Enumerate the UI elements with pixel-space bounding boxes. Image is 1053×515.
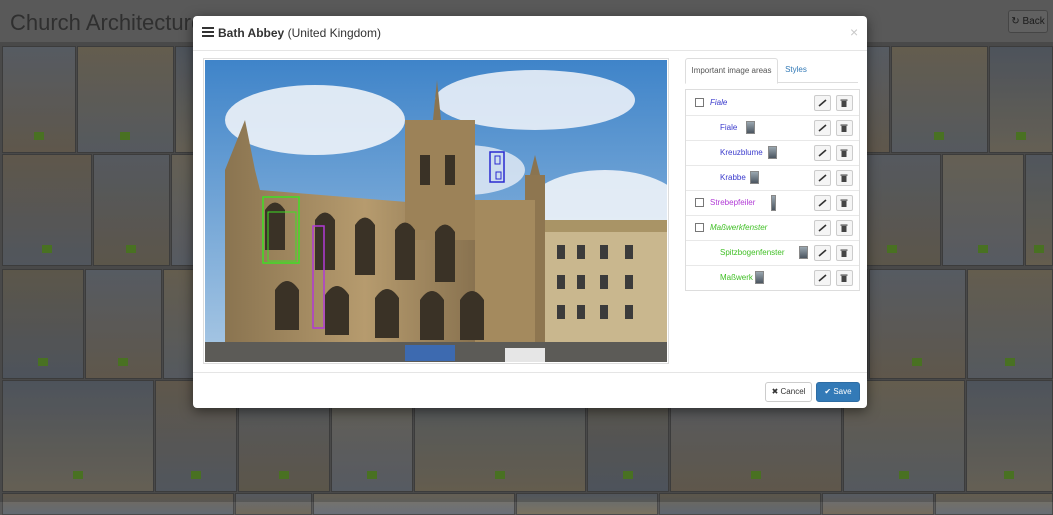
area-tabs: Important image areas Styles: [685, 58, 858, 84]
area-row[interactable]: Maßwerkfenster: [686, 215, 859, 241]
area-label: Maßwerkfenster: [710, 223, 768, 232]
area-row[interactable]: Kreuzblume: [686, 140, 859, 166]
delete-area-button[interactable]: [836, 220, 853, 236]
times-icon: ✖: [771, 387, 779, 396]
close-icon[interactable]: ×: [850, 24, 858, 40]
delete-area-button[interactable]: [836, 245, 853, 261]
trash-icon: [840, 99, 848, 107]
edit-area-button[interactable]: [814, 245, 831, 261]
modal-footer-divider: [193, 372, 867, 373]
area-label: Spitzbogenfenster: [720, 248, 785, 257]
trash-icon: [840, 274, 848, 282]
delete-area-button[interactable]: [836, 170, 853, 186]
pencil-icon: [818, 249, 827, 257]
trash-icon: [840, 224, 848, 232]
check-icon: ✔: [824, 387, 832, 396]
area-checkbox[interactable]: [695, 98, 704, 107]
edit-area-button[interactable]: [814, 145, 831, 161]
pencil-icon: [818, 174, 827, 182]
save-label: Save: [833, 387, 852, 396]
trash-icon: [840, 174, 848, 182]
pencil-icon: [818, 149, 827, 157]
area-checkbox[interactable]: [695, 198, 704, 207]
trash-icon: [840, 124, 848, 132]
cancel-label: Cancel: [780, 387, 806, 396]
area-label: Krabbe: [720, 173, 746, 182]
pencil-icon: [818, 224, 827, 232]
trash-icon: [840, 149, 848, 157]
tab-important-areas[interactable]: Important image areas: [685, 58, 778, 84]
save-button[interactable]: ✔ Save: [816, 382, 860, 402]
pencil-icon: [818, 99, 827, 107]
edit-area-button[interactable]: [814, 95, 831, 111]
area-label: Strebepfeiler: [710, 198, 756, 207]
area-label: Fiale: [710, 98, 728, 107]
church-name: Bath Abbey: [218, 26, 285, 40]
area-thumbnail: [746, 121, 755, 134]
area-row[interactable]: Krabbe: [686, 165, 859, 191]
church-photo[interactable]: [203, 58, 669, 364]
area-label: Kreuzblume: [720, 148, 763, 157]
area-row[interactable]: Spitzbogenfenster: [686, 240, 859, 266]
areas-list: Fiale Fiale Kreuzblume Krabbe Strebepfeiler M…: [685, 89, 860, 291]
list-icon: [202, 27, 214, 37]
delete-area-button[interactable]: [836, 95, 853, 111]
pencil-icon: [818, 199, 827, 207]
delete-area-button[interactable]: [836, 120, 853, 136]
edit-area-button[interactable]: [814, 220, 831, 236]
edit-area-button[interactable]: [814, 170, 831, 186]
area-label: Maßwerk: [720, 273, 753, 282]
area-label: Fiale: [720, 123, 738, 132]
delete-area-button[interactable]: [836, 145, 853, 161]
pencil-icon: [818, 274, 827, 282]
trash-icon: [840, 199, 848, 207]
trash-icon: [840, 249, 848, 257]
area-thumbnail: [799, 246, 808, 259]
area-row[interactable]: Strebepfeiler: [686, 190, 859, 216]
church-image: [205, 60, 667, 362]
delete-area-button[interactable]: [836, 270, 853, 286]
area-checkbox[interactable]: [695, 223, 704, 232]
area-row[interactable]: Maßwerk: [686, 265, 859, 290]
church-country: (United Kingdom): [287, 26, 381, 40]
area-thumbnail: [771, 195, 776, 211]
edit-areas-modal: Bath Abbey (United Kingdom) × Important …: [193, 16, 867, 408]
area-thumbnail: [750, 171, 759, 184]
modal-title: Bath Abbey (United Kingdom): [218, 26, 381, 40]
cancel-button[interactable]: ✖ Cancel: [765, 382, 812, 402]
pencil-icon: [818, 124, 827, 132]
area-row[interactable]: Fiale: [686, 115, 859, 141]
area-row[interactable]: Fiale: [686, 90, 859, 116]
delete-area-button[interactable]: [836, 195, 853, 211]
edit-area-button[interactable]: [814, 195, 831, 211]
modal-header: Bath Abbey (United Kingdom) ×: [193, 16, 867, 51]
area-thumbnail: [768, 146, 777, 159]
edit-area-button[interactable]: [814, 120, 831, 136]
edit-area-button[interactable]: [814, 270, 831, 286]
area-thumbnail: [755, 271, 764, 284]
tab-styles[interactable]: Styles: [781, 58, 811, 82]
